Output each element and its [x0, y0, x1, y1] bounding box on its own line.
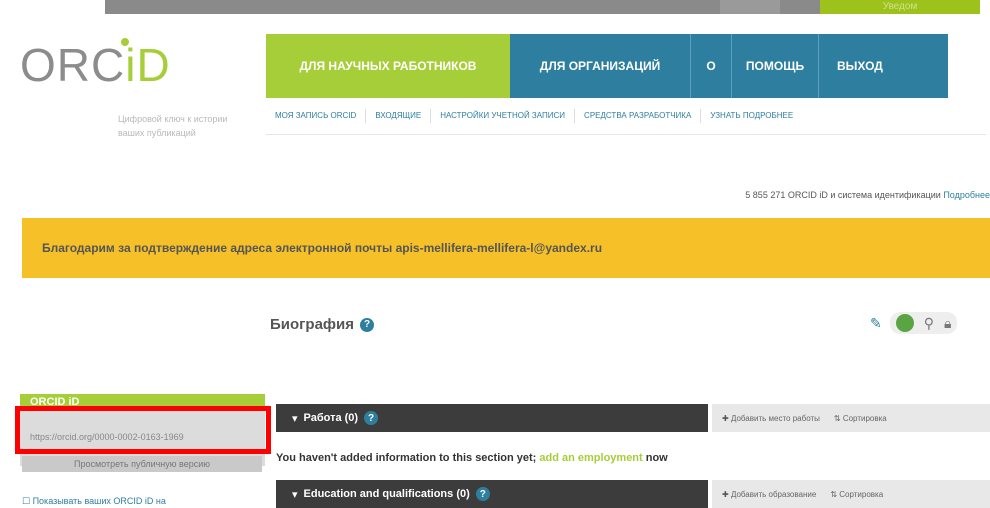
education-section-title: Education and qualifications (0) — [303, 488, 470, 500]
add-education-label: Добавить образование — [730, 489, 817, 499]
logo-id: iD — [125, 39, 171, 91]
top-sign-in-button[interactable]: Уведом — [820, 0, 980, 14]
stats-more-link[interactable]: Подробнее — [943, 190, 990, 200]
plus-icon: ✚ — [722, 413, 731, 423]
lock-icon[interactable]: 🔒︎ — [944, 315, 951, 332]
add-employment-label: Добавить место работы — [730, 413, 820, 423]
empty-message-text: You haven't added information to this se… — [276, 452, 540, 464]
highlight-box — [15, 406, 271, 454]
nav-help[interactable]: ПОМОЩЬ — [731, 34, 818, 98]
sort-button[interactable]: ⇅ Сортировка — [830, 490, 883, 499]
nav-organizations[interactable]: ДЛЯ ОРГАНИЗАЦИЙ — [510, 34, 690, 98]
sort-icon: ⇅ — [833, 413, 843, 423]
orcid-logo[interactable]: ORCiD — [20, 42, 171, 88]
top-sign-in-label: Уведом — [882, 1, 918, 12]
email-confirmation-banner: Благодарим за подтверждение адреса элект… — [22, 218, 990, 278]
sort-icon: ⇅ — [830, 489, 840, 499]
help-icon[interactable]: ? — [360, 317, 375, 332]
empty-message-suffix: now — [642, 452, 668, 464]
sort-button[interactable]: ⇅ Сортировка — [834, 414, 887, 423]
trusted-visibility-icon[interactable]: ⚲ — [924, 315, 934, 332]
work-section-title: Работа (0) — [303, 412, 359, 424]
sidebar-bottom-label: Показывать ваших ORCID iD на — [32, 496, 166, 506]
help-icon[interactable]: ? — [475, 487, 490, 501]
tagline: Цифровой ключ к истории ваших публикаций — [118, 114, 228, 138]
nav-logout[interactable]: ВЫХОД — [818, 34, 948, 98]
biography-tools: ✎ ⚲ 🔒︎ — [870, 312, 958, 334]
nav-researchers[interactable]: ДЛЯ НАУЧНЫХ РАБОТНИКОВ — [266, 34, 510, 98]
biography-title: Биография — [270, 316, 355, 333]
sort-label: Сортировка — [839, 489, 884, 499]
add-employment-link[interactable]: add an employment — [539, 452, 642, 464]
logo-dot-icon — [121, 38, 129, 46]
biography-heading: Биография ? — [270, 316, 375, 333]
help-icon[interactable]: ? — [364, 411, 379, 425]
everyone-visibility-icon[interactable] — [895, 314, 914, 332]
add-employment-button[interactable]: ✚ Добавить место работы — [722, 414, 820, 423]
chevron-down-icon: ▾ — [292, 488, 298, 501]
pencil-icon[interactable]: ✎ — [870, 315, 882, 332]
empty-section-message: You haven't added information to this se… — [276, 452, 668, 464]
subnav-developer-tools[interactable]: СРЕДСТВА РАЗРАБОТЧИКА — [575, 109, 702, 123]
sidebar-bottom-link[interactable]: ☐ Показывать ваших ORCID iD на — [22, 496, 166, 507]
view-public-version-button[interactable]: Просмотреть публичную версию — [22, 456, 262, 472]
chevron-down-icon: ▾ — [292, 412, 298, 425]
search-icon[interactable] — [720, 0, 780, 14]
subnav-inbox[interactable]: ВХОДЯЩИЕ — [366, 109, 432, 123]
banner-text: Благодарим за подтверждение адреса элект… — [42, 241, 603, 255]
sub-nav: МОЯ ЗАПИСЬ ORCID ВХОДЯЩИЕ НАСТРОЙКИ УЧЕТ… — [266, 98, 986, 135]
nav-about[interactable]: О — [690, 34, 731, 98]
subnav-my-record[interactable]: МОЯ ЗАПИСЬ ORCID — [266, 109, 367, 123]
subnav-account-settings[interactable]: НАСТРОЙКИ УЧЕТНОЙ ЗАПИСИ — [431, 109, 576, 123]
add-education-button[interactable]: ✚ Добавить образование — [722, 490, 816, 499]
checkbox-icon: ☐ — [22, 496, 33, 506]
work-section-tools: ✚ Добавить место работы ⇅ Сортировка — [712, 404, 990, 432]
subnav-learn-more[interactable]: УЗНАТЬ ПОДРОБНЕЕ — [701, 109, 802, 123]
main-nav: ДЛЯ НАУЧНЫХ РАБОТНИКОВ ДЛЯ ОРГАНИЗАЦИЙ О… — [266, 34, 948, 98]
plus-icon: ✚ — [722, 489, 731, 499]
sort-label: Сортировка — [842, 413, 887, 423]
visibility-selector: ⚲ 🔒︎ — [889, 312, 958, 334]
logo-orc: ORC — [20, 39, 126, 91]
stats-line: 5 855 271 ORCID iD и система идентификац… — [745, 190, 990, 200]
work-section-header[interactable]: ▾ Работа (0) ? — [276, 404, 708, 432]
stats-text: 5 855 271 ORCID iD и система идентификац… — [745, 190, 941, 200]
